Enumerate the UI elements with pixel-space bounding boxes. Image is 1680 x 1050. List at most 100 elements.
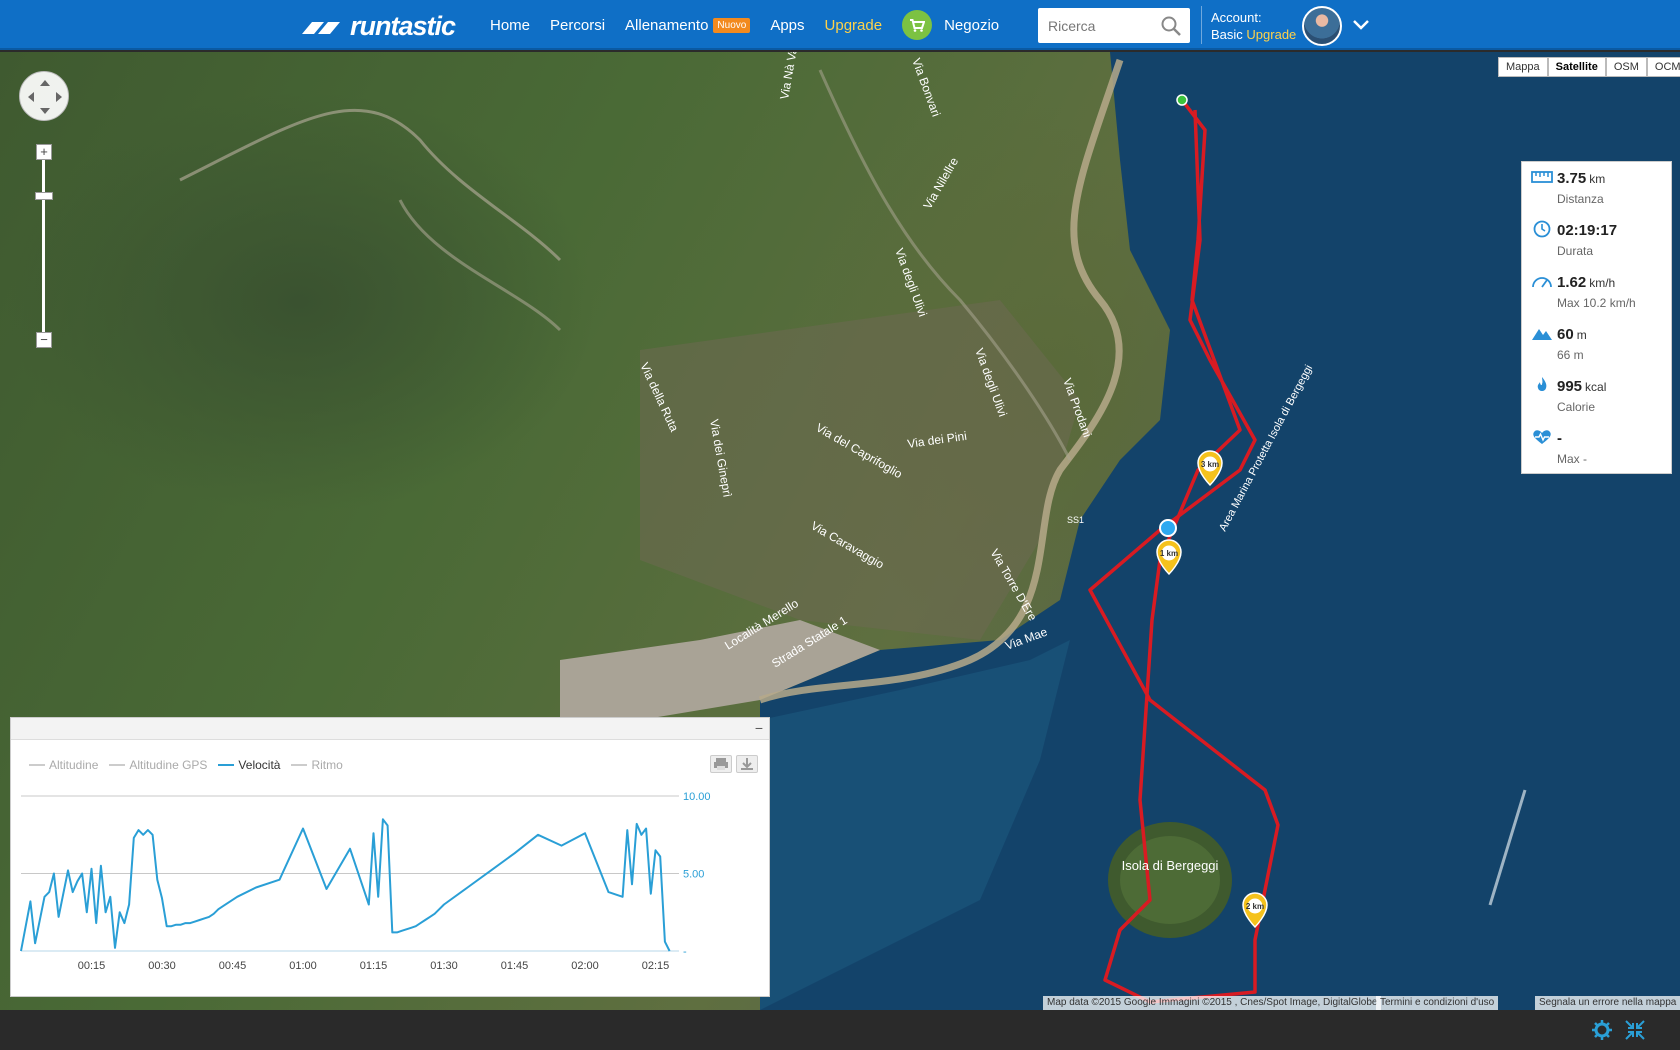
street-label: Via Nà Va: [777, 52, 800, 101]
maptype-satellite[interactable]: Satellite: [1547, 57, 1606, 77]
stat-elevation: 60 m 66 m: [1522, 318, 1673, 370]
x-tick-label: 00:15: [78, 960, 106, 972]
stat-heart-rate-label: Max -: [1557, 452, 1587, 466]
flame-icon: [1537, 377, 1547, 391]
x-tick-label: 02:00: [571, 960, 599, 972]
stat-heart-rate-value: -: [1557, 430, 1562, 447]
bottom-bar: [0, 1010, 1680, 1050]
legend-pace[interactable]: Ritmo: [291, 758, 343, 772]
stat-speed-unit: km/h: [1589, 276, 1616, 290]
street-label: Via Bonvari: [909, 56, 943, 118]
speed-chart[interactable]: 10.00 5.00 - 00:15 00:30 00:45 01:00 01:15 01:30…: [11, 778, 769, 996]
legend-line: [291, 764, 308, 766]
app-window: runtastic Home Percorsi Allenamento Nuov…: [0, 0, 1680, 1050]
report-error-link[interactable]: Segnala un errore nella mappa: [1535, 996, 1680, 1010]
road-label: SS1: [1067, 515, 1084, 525]
km-marker-label: 2 km: [1246, 902, 1264, 911]
legend-line: [29, 764, 45, 766]
minimize-icon[interactable]: −: [755, 720, 763, 736]
y-tick-label: 5.00: [683, 869, 704, 881]
x-tick-label: 00:45: [219, 960, 247, 972]
speed-series-line: [20, 818, 671, 952]
pan-arrows-icon: [28, 80, 62, 114]
legend-gps-altitude[interactable]: Altitudine GPS: [109, 758, 207, 772]
legend-altitude-label: Altitudine: [49, 758, 99, 772]
legend-line: [218, 764, 235, 766]
speed-icon: [1532, 277, 1552, 288]
stat-speed-label: Max 10.2 km/h: [1557, 296, 1636, 310]
x-tick-label: 01:30: [430, 960, 458, 972]
nav-apps[interactable]: Apps: [770, 17, 804, 34]
print-icon: [714, 758, 728, 770]
maptype-osm[interactable]: OSM: [1605, 57, 1647, 77]
stat-duration-label: Durata: [1557, 244, 1594, 258]
nav-home[interactable]: Home: [490, 17, 530, 34]
street-label: Via Nilellre: [920, 155, 961, 212]
nav-negozio[interactable]: Negozio: [902, 10, 999, 40]
account-info[interactable]: Account: Basic Upgrade: [1211, 9, 1296, 43]
chart-panel-header: −: [11, 718, 769, 740]
nav-negozio-label: Negozio: [944, 16, 1000, 34]
legend-speed[interactable]: Velocità: [218, 758, 280, 772]
stat-distance-label: Distanza: [1557, 192, 1604, 206]
nav-allenamento-label: Allenamento: [625, 16, 709, 34]
chart-legend: Altitudine Altitudine GPS Velocità Ritmo: [29, 758, 354, 772]
legend-line: [109, 764, 126, 766]
main-nav: Home Percorsi Allenamento Nuovo Apps Upg…: [490, 0, 1019, 50]
stat-distance-value: 3.75: [1557, 170, 1587, 187]
search-box: [1038, 8, 1190, 43]
heart-rate-icon: [1533, 430, 1551, 444]
stat-elevation-value: 60: [1557, 326, 1574, 343]
stat-elevation-unit: m: [1576, 328, 1587, 342]
zoom-slider-handle[interactable]: [35, 192, 53, 200]
zoom-in-button[interactable]: +: [36, 144, 52, 160]
header-divider: [1201, 6, 1202, 44]
x-tick-label: 01:15: [360, 960, 388, 972]
km-marker-label: 3 km: [1201, 460, 1219, 469]
print-chart-button[interactable]: [710, 755, 732, 773]
new-badge: Nuovo: [713, 17, 751, 33]
stat-distance: 3.75 km Distanza: [1522, 162, 1673, 214]
download-chart-button[interactable]: [736, 755, 758, 773]
stat-duration: 02:19:17 Durata: [1522, 214, 1673, 266]
search-input[interactable]: [1038, 8, 1158, 43]
x-tick-label: 01:45: [501, 960, 529, 972]
runtastic-logo[interactable]: runtastic: [300, 10, 456, 41]
cart-icon: [902, 10, 933, 40]
clock-icon: [1533, 220, 1551, 238]
km-marker-label: 1 km: [1160, 549, 1178, 558]
chart-panel: − Altitudine Altitudine GPS Velocità Rit…: [10, 717, 770, 997]
legend-altitude[interactable]: Altitudine: [29, 758, 98, 772]
logo-mark-icon: [302, 22, 340, 34]
legend-gps-altitude-label: Altitudine GPS: [129, 758, 208, 772]
mountain-icon: [1532, 329, 1552, 340]
terms-link[interactable]: Termini e condizioni d'uso: [1376, 996, 1499, 1010]
nav-upgrade[interactable]: Upgrade: [825, 17, 883, 34]
stat-elevation-label: 66 m: [1557, 348, 1584, 362]
stat-duration-value: 02:19:17: [1557, 222, 1618, 239]
stats-panel: 3.75 km Distanza 02:19:17 Durata 1.62 km/h…: [1521, 161, 1672, 474]
brand-name: runtastic: [350, 10, 456, 41]
x-tick-label: 00:30: [148, 960, 176, 972]
zoom-slider-track[interactable]: [42, 160, 45, 332]
maptype-ocm[interactable]: OCM: [1646, 57, 1680, 77]
user-avatar[interactable]: [1302, 6, 1342, 46]
zoom-out-button[interactable]: −: [36, 332, 52, 348]
download-icon: [741, 758, 753, 770]
account-upgrade-link[interactable]: Upgrade: [1246, 27, 1296, 42]
maptype-mappa[interactable]: Mappa: [1498, 57, 1548, 77]
nav-allenamento[interactable]: Allenamento Nuovo: [625, 16, 751, 34]
chevron-down-icon[interactable]: [1352, 18, 1370, 32]
y-tick-label: 10.00: [683, 791, 711, 803]
legend-speed-label: Velocità: [238, 758, 281, 772]
gear-icon[interactable]: [1591, 1019, 1613, 1041]
legend-pace-label: Ritmo: [311, 758, 343, 772]
ruler-icon: [1531, 171, 1553, 183]
pan-control[interactable]: [19, 71, 69, 121]
stat-speed: 1.62 km/h Max 10.2 km/h: [1522, 266, 1673, 318]
nav-percorsi[interactable]: Percorsi: [550, 17, 605, 34]
stat-calories: 995 kcal Calorie: [1522, 370, 1673, 422]
search-icon[interactable]: [1160, 15, 1182, 37]
collapse-fullscreen-icon[interactable]: [1624, 1019, 1646, 1041]
island-label: Isola di Bergeggi: [1122, 858, 1219, 873]
